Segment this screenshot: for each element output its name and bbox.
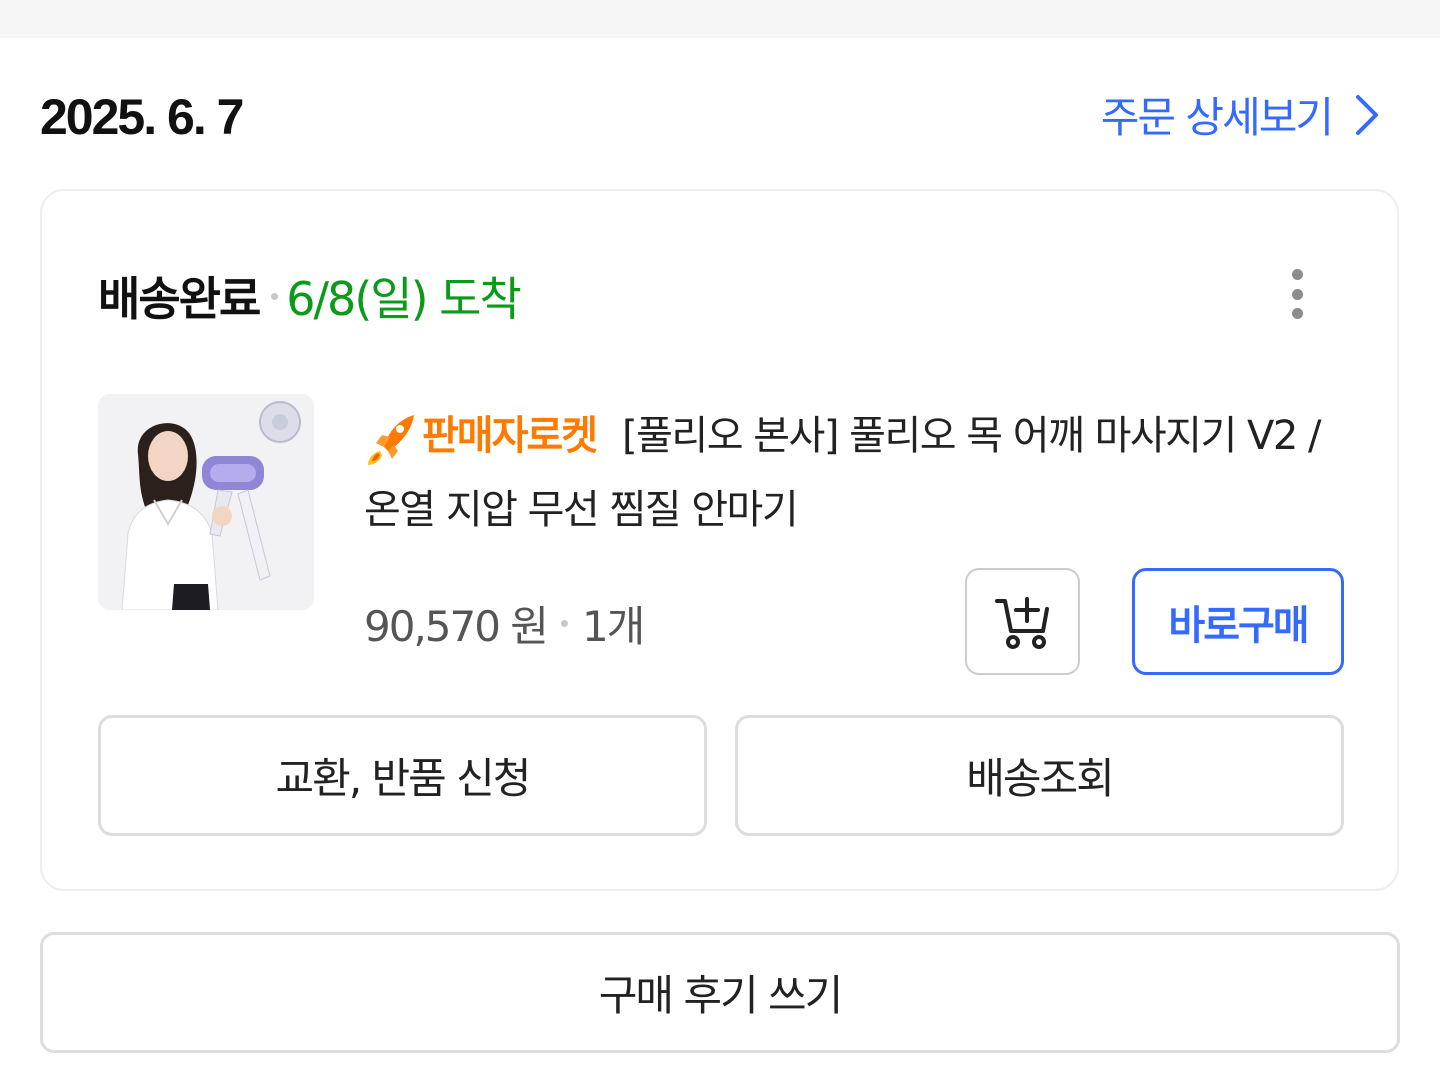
order-date: 2025. 6. 7: [40, 89, 244, 145]
product-price: 90,570 원: [364, 602, 549, 651]
shipment-status: 배송완료: [98, 272, 261, 326]
product-title-block[interactable]: 판매자로켓 [풀리오 본사] 풀리오 목 어깨 마사지기 V2 / 온열 지압 …: [364, 399, 1324, 547]
separator-dot: [271, 292, 279, 300]
arrival-date: 6/8(일) 도착: [286, 272, 522, 326]
seller-rocket-badge: 판매자로켓: [364, 399, 598, 473]
order-detail-link[interactable]: 주문 상세보기: [1101, 84, 1380, 145]
add-to-cart-button[interactable]: [965, 568, 1080, 675]
order-card: 배송완료 6/8(일) 도착 판매자로켓 [풀리오 본사] 풀리오 목 어깨 마…: [40, 189, 1399, 891]
product-info: 판매자로켓 [풀리오 본사] 풀리오 목 어깨 마사지기 V2 / 온열 지압 …: [364, 399, 1324, 547]
exchange-return-button[interactable]: 교환, 반품 신청: [98, 715, 707, 836]
order-detail-label: 주문 상세보기: [1100, 93, 1334, 142]
shipment-status-row: 배송완료 6/8(일) 도착: [98, 263, 522, 329]
product-quantity: 1개: [581, 602, 645, 651]
product-image[interactable]: [98, 394, 314, 610]
more-vertical-icon[interactable]: [1282, 261, 1312, 327]
rocket-icon: [368, 415, 414, 465]
add-to-cart-icon: [994, 596, 1049, 649]
seller-rocket-label: 판매자로켓: [422, 413, 598, 459]
write-review-button[interactable]: 구매 후기 쓰기: [40, 932, 1400, 1053]
top-divider-band: [0, 0, 1440, 38]
chevron-right-icon: [1356, 94, 1378, 135]
price-row: 90,570 원 1개: [364, 593, 645, 654]
track-delivery-button[interactable]: 배송조회: [735, 715, 1344, 836]
order-header: 2025. 6. 7 주문 상세보기: [40, 80, 1380, 150]
buy-now-button[interactable]: 바로구매: [1132, 568, 1344, 675]
separator-dot: [560, 620, 568, 627]
